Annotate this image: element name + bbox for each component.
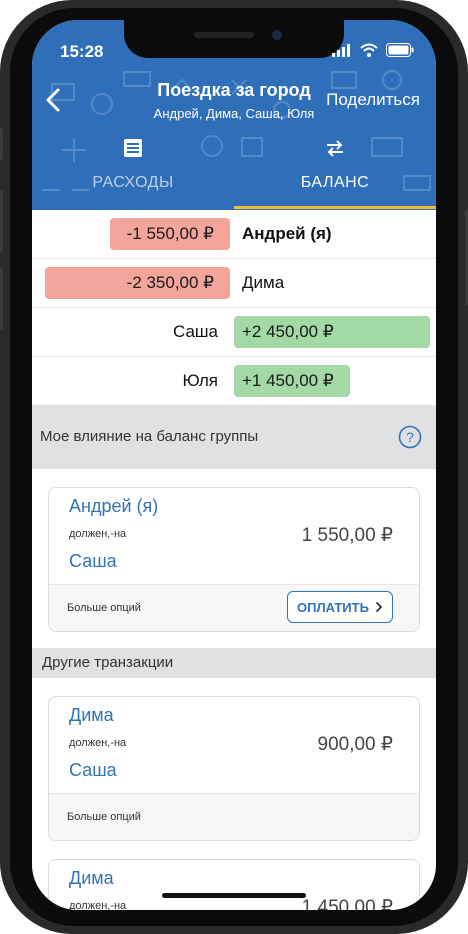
balance-row[interactable]: Саша +2 450,00 ₽: [32, 308, 436, 357]
balance-amount: -1 550,00 ₽: [110, 218, 230, 250]
wifi-icon: [360, 43, 378, 57]
volume-down-button: [0, 268, 3, 330]
transaction-card-body[interactable]: Дима должен,-на Саша 900,00 ₽: [49, 697, 419, 793]
balance-name: Саша: [172, 322, 218, 341]
impact-title: Мое влияние на баланс группы: [40, 428, 259, 445]
list-icon[interactable]: [121, 136, 145, 160]
transaction-card: Андрей (я) должен,-на Саша 1 550,00 ₽ Бо…: [48, 487, 420, 632]
creditor-name: Саша: [69, 760, 117, 780]
pay-button-label: ОПЛАТИТЬ: [297, 599, 369, 615]
balance-row[interactable]: Юля +1 450,00 ₽: [32, 357, 436, 405]
creditor-name: Саша: [69, 551, 117, 571]
trip-title: Поездка за город: [157, 80, 311, 100]
battery-icon: [386, 43, 414, 57]
balance-name: Андрей (я): [242, 224, 332, 243]
debtor-name: Андрей (я): [69, 496, 159, 516]
signal-icon: [332, 44, 350, 57]
share-button[interactable]: Поделиться: [326, 90, 420, 110]
transaction-card-body[interactable]: Дима должен,-на 1 450,00 ₽: [49, 860, 419, 910]
pay-button[interactable]: ОПЛАТИТЬ: [287, 591, 393, 623]
more-options-link[interactable]: Больше опций: [67, 585, 141, 631]
balance-amount: +2 450,00 ₽: [234, 316, 430, 348]
balance-row[interactable]: -1 550,00 ₽ Андрей (я): [32, 210, 436, 259]
home-indicator[interactable]: [162, 893, 306, 898]
debtor-name: Дима: [69, 868, 114, 888]
owes-label: должен,-на: [69, 528, 127, 540]
transaction-card-body[interactable]: Андрей (я) должен,-на Саша 1 550,00 ₽: [49, 488, 419, 584]
balance-amount: +1 450,00 ₽: [234, 365, 350, 397]
transaction-card-footer: Больше опций: [49, 793, 419, 840]
front-camera: [272, 30, 282, 40]
tab-expenses[interactable]: РАСХОДЫ: [32, 174, 234, 206]
screen: 15:28 Поездка за город Андрей, Дима, Саш…: [32, 20, 436, 910]
mute-switch: [0, 128, 3, 160]
owes-label: должен,-на: [69, 900, 127, 910]
svg-text:?: ?: [406, 429, 414, 445]
chevron-right-icon: [375, 601, 383, 613]
transaction-amount: 900,00 ₽: [317, 734, 393, 755]
balance-row[interactable]: -2 350,00 ₽ Дима: [32, 259, 436, 308]
help-icon[interactable]: ?: [398, 425, 422, 449]
trip-title-block: Поездка за город Андрей, Дима, Саша, Юля: [132, 80, 336, 121]
balance-amount: -2 350,00 ₽: [45, 267, 230, 299]
transfer-icon[interactable]: [323, 136, 347, 160]
status-time: 15:28: [60, 42, 104, 61]
trip-members: Андрей, Дима, Саша, Юля: [153, 106, 315, 121]
volume-up-button: [0, 190, 3, 252]
tab-balance[interactable]: БАЛАНС: [234, 174, 436, 206]
transaction-amount: 1 550,00 ₽: [301, 525, 393, 546]
phone-frame: 15:28 Поездка за город Андрей, Дима, Саш…: [0, 0, 468, 934]
active-tab-indicator: [234, 206, 436, 209]
balance-name: Юля: [182, 371, 218, 390]
other-card-zone: Дима должен,-на Саша 900,00 ₽ Больше опц…: [32, 678, 436, 910]
balance-name: Дима: [242, 273, 285, 292]
impact-section-header: Мое влияние на баланс группы ?: [32, 405, 436, 469]
debtor-name: Дима: [69, 705, 114, 725]
balance-content: -1 550,00 ₽ Андрей (я) -2 350,00 ₽ Дима …: [32, 210, 436, 910]
app-header: 15:28 Поездка за город Андрей, Дима, Саш…: [32, 20, 436, 210]
camera-notch: [124, 20, 344, 58]
transaction-card: Дима должен,-на Саша 900,00 ₽ Больше опц…: [48, 696, 420, 841]
impact-card-zone: Андрей (я) должен,-на Саша 1 550,00 ₽ Бо…: [32, 469, 436, 648]
transaction-card-footer: Больше опций ОПЛАТИТЬ: [49, 584, 419, 631]
status-icons: [332, 40, 414, 60]
transaction-card: Дима должен,-на 1 450,00 ₽: [48, 859, 420, 910]
transaction-amount: 1 450,00 ₽: [301, 897, 393, 910]
speaker-grille: [194, 32, 254, 38]
owes-label: должен,-на: [69, 737, 127, 749]
other-transactions-title: Другие транзакции: [32, 648, 436, 678]
back-arrow-icon[interactable]: [40, 86, 68, 114]
more-options-link[interactable]: Больше опций: [67, 794, 141, 840]
